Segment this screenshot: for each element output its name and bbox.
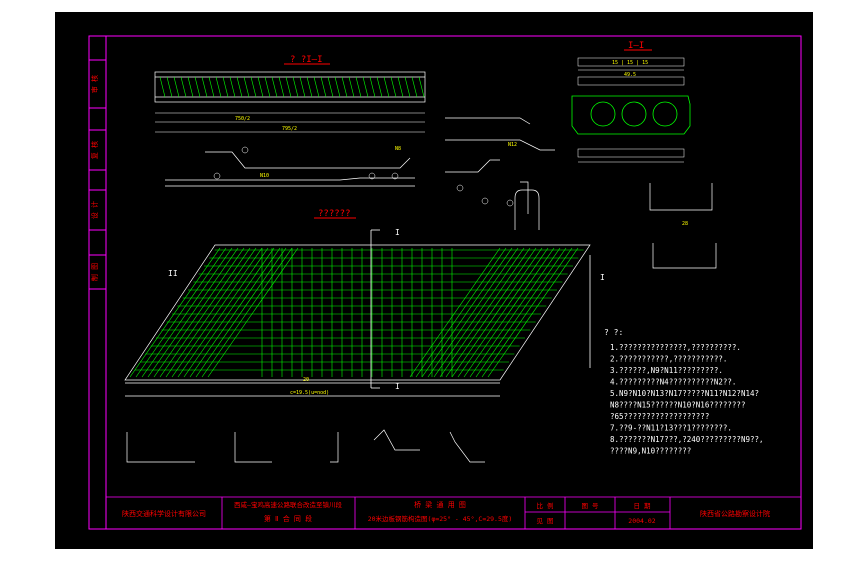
note-line: 5.N9?N10?N13?N17?????N11?N12?N14?	[610, 389, 759, 398]
label-n12: N12	[508, 142, 517, 148]
tb-sheet: 图 号	[582, 502, 599, 510]
section-sub: 15 | 15 | 15	[612, 60, 648, 66]
marker-II: II	[168, 269, 178, 278]
tb-company: 陕西交通科学设计有限公司	[122, 509, 206, 518]
marker-I-right: I	[600, 273, 605, 282]
note-line: ?65???????????????????	[610, 412, 709, 421]
dim-d1: 750/2	[235, 116, 250, 122]
note-line: 3.??????,N9?N11?????????.	[610, 366, 723, 375]
plan-chain: c=19.5(u=nod)	[290, 390, 329, 396]
marker-I-top: I	[395, 228, 400, 237]
marker-I-bottom: I	[395, 382, 400, 391]
note-line: ????N9,N10????????	[610, 447, 691, 456]
note-line: 4.?????????N4??????????N2??.	[610, 378, 736, 387]
tb-institute: 陕西省公路勘察设计院	[700, 509, 770, 518]
cad-drawing: 审 核 复 核 设 计 制 图 ? ?I—I 750/2 795/2 N10 N…	[55, 12, 813, 549]
tb-scale: 比 例	[537, 501, 554, 510]
tb-drawing-2: 20米边板钢筋构造图(φ=25° - 45°,C=29.5度)	[368, 514, 513, 523]
side-tab-2: 复 核	[90, 141, 99, 159]
side-tab-1: 审 核	[90, 75, 99, 93]
dim-d2: 795/2	[282, 126, 297, 132]
plan-length: 20	[303, 377, 309, 383]
note-line: 2.???????????,???????????.	[610, 355, 727, 364]
dim-d3: 28	[682, 221, 688, 227]
notes-head: ? ?:	[604, 328, 623, 337]
tb-drawing-1: 桥 梁 通 用 图	[414, 500, 466, 509]
tb-project-2: 第 Ⅱ 合 同 段	[264, 514, 312, 523]
note-line: 1.???????????????,??????????.	[610, 343, 741, 352]
label-n10: N10	[260, 173, 269, 179]
tb-view: 见 图	[537, 517, 554, 525]
label-n8: N8	[395, 146, 401, 152]
note-line: N8????N15??????N10?N16????????	[610, 401, 745, 410]
tb-project-1: 西咸—宝鸡高速公路联合改造至镇川段	[234, 500, 342, 509]
side-tab-4: 制 图	[90, 263, 99, 281]
tb-date-label: 日 期	[634, 502, 651, 510]
section-width: 49.5	[624, 72, 636, 78]
drawing-area	[55, 12, 813, 549]
tb-date: 2004.02	[628, 517, 655, 525]
note-line: 7.??9-??N11?13???1????????.	[610, 424, 732, 433]
side-tab-3: 设 计	[90, 201, 99, 219]
note-line: 8.???????N17???,?240?????????N9??,	[610, 435, 764, 444]
